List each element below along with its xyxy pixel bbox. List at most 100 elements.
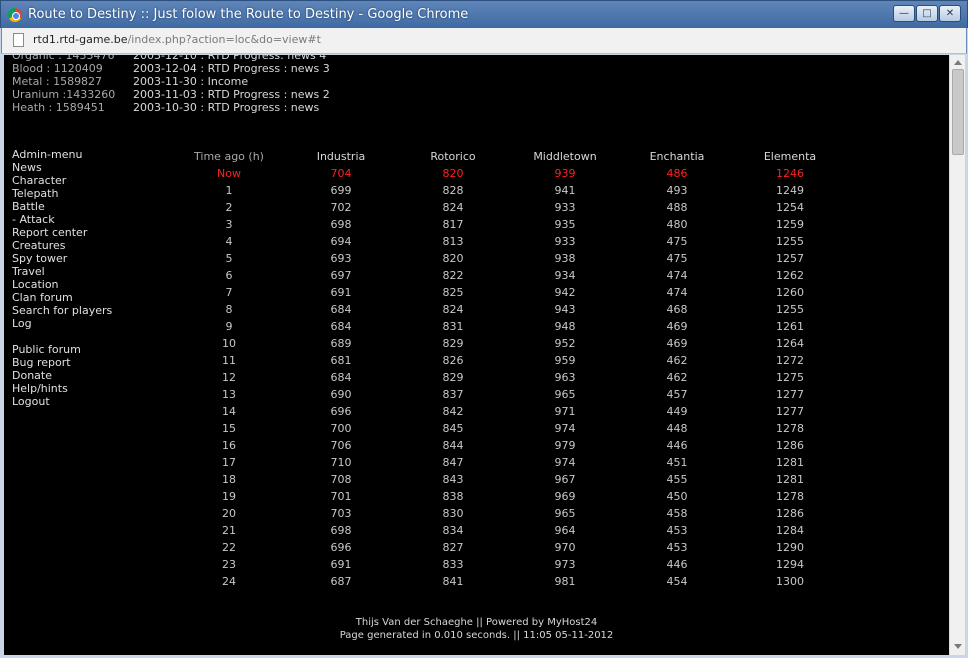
table-cell: 693: [330, 252, 352, 265]
table-cell: 684: [330, 303, 352, 316]
table-cell: 453: [666, 524, 688, 537]
table-cell: 11: [222, 354, 236, 367]
table-cell: 1261: [776, 320, 804, 333]
nav-link[interactable]: Logout: [12, 395, 112, 408]
current-value-cell: 820: [442, 167, 464, 180]
news-item[interactable]: 2003-11-30 : Income: [133, 75, 248, 88]
table-cell: 948: [554, 320, 576, 333]
table-cell: 824: [442, 201, 464, 214]
table-cell: 933: [554, 201, 576, 214]
nav-link[interactable]: Telepath: [12, 187, 112, 200]
news-item[interactable]: 2003-10-30 : RTD Progress : news: [133, 101, 319, 114]
table-cell: 969: [554, 490, 576, 503]
nav-link[interactable]: Character: [12, 174, 112, 187]
table-cell: 446: [666, 558, 688, 571]
table-cell: 942: [554, 286, 576, 299]
maximize-button[interactable]: □: [916, 5, 938, 22]
table-cell: 830: [442, 507, 464, 520]
table-cell: 689: [330, 337, 352, 350]
table-cell: 934: [554, 269, 576, 282]
table-cell: 458: [666, 507, 688, 520]
address-bar[interactable]: rtd1.rtd-game.be/index.php?action=loc&do…: [1, 28, 967, 54]
table-cell: 1278: [776, 422, 804, 435]
nav-link[interactable]: Public forum: [12, 343, 112, 356]
table-cell: 448: [666, 422, 688, 435]
nav-link[interactable]: Creatures: [12, 239, 112, 252]
current-value-cell: 1246: [776, 167, 804, 180]
nav-link[interactable]: Bug report: [12, 356, 112, 369]
table-cell: 15: [222, 422, 236, 435]
city-column-header: Enchantia: [649, 150, 705, 163]
minimize-button[interactable]: —: [893, 5, 915, 22]
nav-link[interactable]: Battle: [12, 200, 112, 213]
table-cell: 691: [330, 286, 352, 299]
city-column-header: Middletown: [533, 150, 597, 163]
table-cell: 826: [442, 354, 464, 367]
scroll-up-arrow-icon[interactable]: [954, 60, 962, 65]
chrome-logo-icon: [8, 8, 22, 22]
table-cell: 829: [442, 337, 464, 350]
time-column-header: Time ago (h): [194, 150, 264, 163]
table-cell: 469: [666, 320, 688, 333]
table-cell: 974: [554, 456, 576, 469]
table-cell: 1255: [776, 235, 804, 248]
table-cell: 834: [442, 524, 464, 537]
nav-link[interactable]: Spy tower: [12, 252, 112, 265]
table-cell: 979: [554, 439, 576, 452]
table-cell: 474: [666, 269, 688, 282]
nav-link[interactable]: Clan forum: [12, 291, 112, 304]
nav-link[interactable]: Admin-menu: [12, 148, 112, 161]
table-cell: 820: [442, 252, 464, 265]
table-cell: 462: [666, 371, 688, 384]
nav-link[interactable]: Report center: [12, 226, 112, 239]
table-cell: 974: [554, 422, 576, 435]
news-item[interactable]: 2003-12-10 : RTD Progress: news 4: [133, 55, 326, 62]
nav-link[interactable]: Location: [12, 278, 112, 291]
table-cell: 13: [222, 388, 236, 401]
table-cell: 838: [442, 490, 464, 503]
table-cell: 697: [330, 269, 352, 282]
url-host: rtd1.rtd-game.be: [33, 33, 128, 46]
news-item[interactable]: 2003-11-03 : RTD Progress : news 2: [133, 88, 330, 101]
table-cell: 970: [554, 541, 576, 554]
table-cell: 813: [442, 235, 464, 248]
nav-link[interactable]: Travel: [12, 265, 112, 278]
scroll-down-arrow-icon[interactable]: [954, 644, 962, 649]
table-cell: 952: [554, 337, 576, 350]
table-cell: 959: [554, 354, 576, 367]
close-button[interactable]: ✕: [939, 5, 961, 22]
table-cell: 1255: [776, 303, 804, 316]
table-cell: 710: [330, 456, 352, 469]
url-text[interactable]: rtd1.rtd-game.be/index.php?action=loc&do…: [33, 33, 321, 46]
vertical-scrollbar[interactable]: [949, 55, 965, 655]
table-cell: 847: [442, 456, 464, 469]
table-cell: 701: [330, 490, 352, 503]
nav-link[interactable]: Search for players: [12, 304, 112, 317]
table-cell: 488: [666, 201, 688, 214]
table-cell: 696: [330, 405, 352, 418]
table-cell: 1254: [776, 201, 804, 214]
url-path: /index.php?action=loc&do=view#t: [127, 33, 321, 46]
table-cell: 844: [442, 439, 464, 452]
nav-link[interactable]: - Attack: [12, 213, 112, 226]
table-cell: 684: [330, 371, 352, 384]
current-value-cell: 704: [330, 167, 352, 180]
nav-link[interactable]: News: [12, 161, 112, 174]
table-cell: 453: [666, 541, 688, 554]
table-cell: 10: [222, 337, 236, 350]
table-cell: 941: [554, 184, 576, 197]
scroll-thumb[interactable]: [952, 69, 964, 155]
table-cell: 4: [225, 235, 233, 248]
table-cell: 843: [442, 473, 464, 486]
news-item[interactable]: 2003-12-04 : RTD Progress : news 3: [133, 62, 330, 75]
table-cell: 935: [554, 218, 576, 231]
nav-link[interactable]: Log: [12, 317, 112, 330]
footer-line-1: Thijs Van der Schaeghe || Powered by MyH…: [355, 617, 598, 628]
table-cell: 1259: [776, 218, 804, 231]
nav-link[interactable]: Donate: [12, 369, 112, 382]
table-cell: 1: [225, 184, 233, 197]
table-cell: 933: [554, 235, 576, 248]
nav-link[interactable]: Help/hints: [12, 382, 112, 395]
table-cell: 702: [330, 201, 352, 214]
